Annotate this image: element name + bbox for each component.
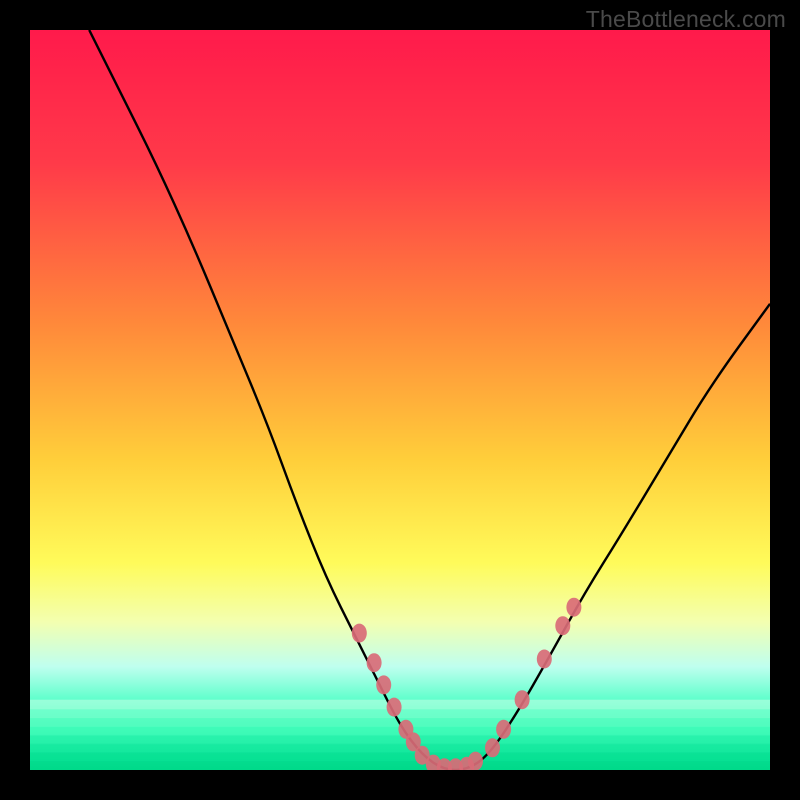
watermark-text: TheBottleneck.com: [586, 6, 786, 33]
plot-area: [30, 30, 770, 770]
curve-marker: [367, 653, 382, 672]
chart-svg: [30, 30, 770, 770]
curve-marker: [468, 752, 483, 770]
curve-marker: [376, 675, 391, 694]
curve-marker: [555, 616, 570, 635]
curve-marker: [496, 720, 511, 739]
curve-marker: [352, 624, 367, 643]
chart-frame: TheBottleneck.com: [0, 0, 800, 800]
curve-marker: [515, 690, 530, 709]
gradient-background: [30, 30, 770, 770]
curve-marker: [387, 698, 402, 717]
curve-marker: [537, 650, 552, 669]
curve-marker: [566, 598, 581, 617]
curve-marker: [485, 738, 500, 757]
